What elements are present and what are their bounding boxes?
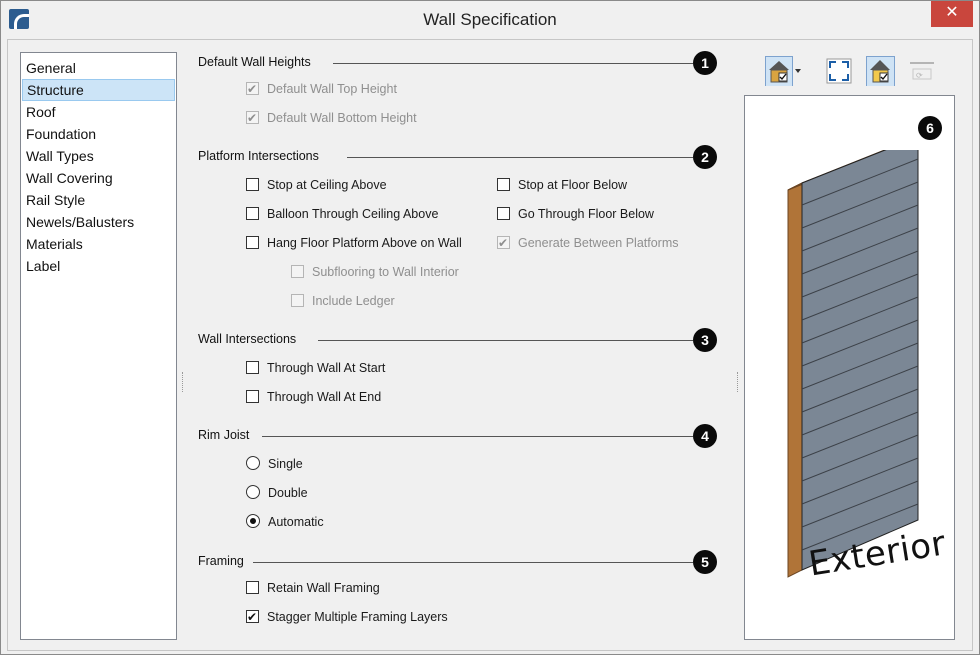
nav-item-structure[interactable]: Structure — [22, 79, 175, 101]
stop-at-ceiling-above-checkbox[interactable]: Stop at Ceiling Above — [246, 176, 387, 194]
checkbox-box[interactable] — [246, 80, 259, 98]
nav-item-materials[interactable]: Materials — [22, 233, 175, 255]
default-wall-bottom-height-checkbox[interactable]: Default Wall Bottom Height — [246, 109, 417, 127]
through-wall-at-start-checkbox[interactable]: Through Wall At Start — [246, 359, 385, 377]
checkbox-box[interactable] — [246, 207, 259, 220]
checkbox-label: Stop at Floor Below — [518, 178, 628, 192]
checkbox-label: Default Wall Top Height — [267, 82, 397, 96]
callout-badge-4: 4 — [693, 424, 717, 448]
retain-wall-framing-checkbox[interactable]: Retain Wall Framing — [246, 579, 380, 597]
nav-item-wall-covering[interactable]: Wall Covering — [22, 167, 175, 189]
rim-joist-single-radio[interactable]: Single — [246, 455, 303, 473]
checkbox-box[interactable] — [246, 236, 259, 249]
checkbox-label: Retain Wall Framing — [267, 581, 380, 595]
nav-item-general[interactable]: General — [22, 57, 175, 79]
checkbox-label: Default Wall Bottom Height — [267, 111, 417, 125]
radio-button[interactable] — [246, 514, 260, 528]
generate-between-platforms-checkbox[interactable]: Generate Between Platforms — [497, 234, 679, 252]
callout-badge-1: 1 — [693, 51, 717, 75]
callout-badge-2: 2 — [693, 145, 717, 169]
subflooring-to-wall-interior-checkbox[interactable]: Subflooring to Wall Interior — [291, 263, 459, 281]
checkbox-box[interactable] — [246, 390, 259, 403]
go-through-floor-below-checkbox[interactable]: Go Through Floor Below — [497, 205, 654, 223]
fill-window-icon[interactable] — [826, 58, 852, 88]
checkbox-label: Generate Between Platforms — [518, 236, 679, 250]
checkbox-label: Through Wall At End — [267, 390, 382, 404]
checkbox-label: Include Ledger — [312, 294, 395, 308]
radio-label: Double — [268, 486, 308, 500]
checkbox-box[interactable] — [497, 178, 510, 191]
checkbox-box[interactable] — [246, 581, 259, 594]
svg-text:⟳: ⟳ — [916, 71, 923, 80]
left-splitter-grip[interactable] — [182, 372, 184, 392]
default-wall-top-height-checkbox[interactable]: Default Wall Top Height — [246, 80, 397, 98]
stop-at-floor-below-checkbox[interactable]: Stop at Floor Below — [497, 176, 627, 194]
checkbox-label: Hang Floor Platform Above on Wall — [267, 236, 462, 250]
checkbox-box[interactable] — [246, 109, 259, 127]
checkbox-box[interactable] — [246, 608, 259, 626]
section-divider — [333, 63, 693, 64]
section-title-wall-intersections: Wall Intersections — [198, 332, 297, 346]
checkbox-label: Balloon Through Ceiling Above — [267, 207, 439, 221]
checkbox-box[interactable] — [497, 234, 510, 252]
section-title-framing: Framing — [198, 554, 244, 568]
nav-item-wall-types[interactable]: Wall Types — [22, 145, 175, 167]
checkbox-box[interactable] — [291, 294, 304, 307]
right-splitter-grip[interactable] — [737, 372, 739, 392]
checkbox-box[interactable] — [291, 265, 304, 278]
section-title-platform-intersections: Platform Intersections — [198, 149, 319, 163]
radio-label: Single — [268, 457, 303, 471]
material-view-icon[interactable] — [866, 56, 896, 86]
checkbox-label: Stop at Ceiling Above — [267, 178, 387, 192]
rim-joist-automatic-radio[interactable]: Automatic — [246, 513, 324, 531]
section-title-rim-joist: Rim Joist — [198, 428, 250, 442]
balloon-through-ceiling-checkbox[interactable]: Balloon Through Ceiling Above — [246, 205, 438, 223]
section-divider — [253, 562, 693, 563]
rim-joist-double-radio[interactable]: Double — [246, 484, 308, 502]
hang-floor-platform-checkbox[interactable]: Hang Floor Platform Above on Wall — [246, 234, 462, 252]
title-bar[interactable]: Wall Specification ✕ — [1, 1, 979, 39]
section-divider — [318, 340, 693, 341]
close-button[interactable]: ✕ — [931, 1, 973, 27]
callout-badge-3: 3 — [693, 328, 717, 352]
category-list[interactable]: General Structure Roof Foundation Wall T… — [20, 52, 177, 640]
checkbox-label: Go Through Floor Below — [518, 207, 654, 221]
nav-item-rail-style[interactable]: Rail Style — [22, 189, 175, 211]
section-title-default-wall-heights: Default Wall Heights — [198, 55, 311, 69]
dialog-title: Wall Specification — [423, 10, 557, 29]
radio-button[interactable] — [246, 456, 260, 470]
checkbox-label: Subflooring to Wall Interior — [312, 265, 459, 279]
callout-badge-5: 5 — [693, 550, 717, 574]
checkbox-box[interactable] — [497, 207, 510, 220]
nav-item-foundation[interactable]: Foundation — [22, 123, 175, 145]
section-divider — [262, 436, 693, 437]
checkbox-label: Stagger Multiple Framing Layers — [267, 610, 448, 624]
radio-label: Automatic — [268, 515, 324, 529]
nav-item-newels-balusters[interactable]: Newels/Balusters — [22, 211, 175, 233]
house-view-icon[interactable] — [765, 56, 803, 86]
section-divider — [347, 157, 693, 158]
stagger-framing-layers-checkbox[interactable]: Stagger Multiple Framing Layers — [246, 608, 448, 626]
include-ledger-checkbox[interactable]: Include Ledger — [291, 292, 395, 310]
dropdown-arrow-icon — [795, 69, 801, 73]
rotate-icon[interactable]: ⟳ — [908, 60, 936, 90]
checkbox-box[interactable] — [246, 178, 259, 191]
nav-item-roof[interactable]: Roof — [22, 101, 175, 123]
checkbox-label: Through Wall At Start — [267, 361, 386, 375]
radio-button[interactable] — [246, 485, 260, 499]
wall-3d-preview — [787, 150, 919, 578]
nav-item-label[interactable]: Label — [22, 255, 175, 277]
through-wall-at-end-checkbox[interactable]: Through Wall At End — [246, 388, 381, 406]
checkbox-box[interactable] — [246, 361, 259, 374]
callout-badge-6: 6 — [918, 116, 942, 140]
